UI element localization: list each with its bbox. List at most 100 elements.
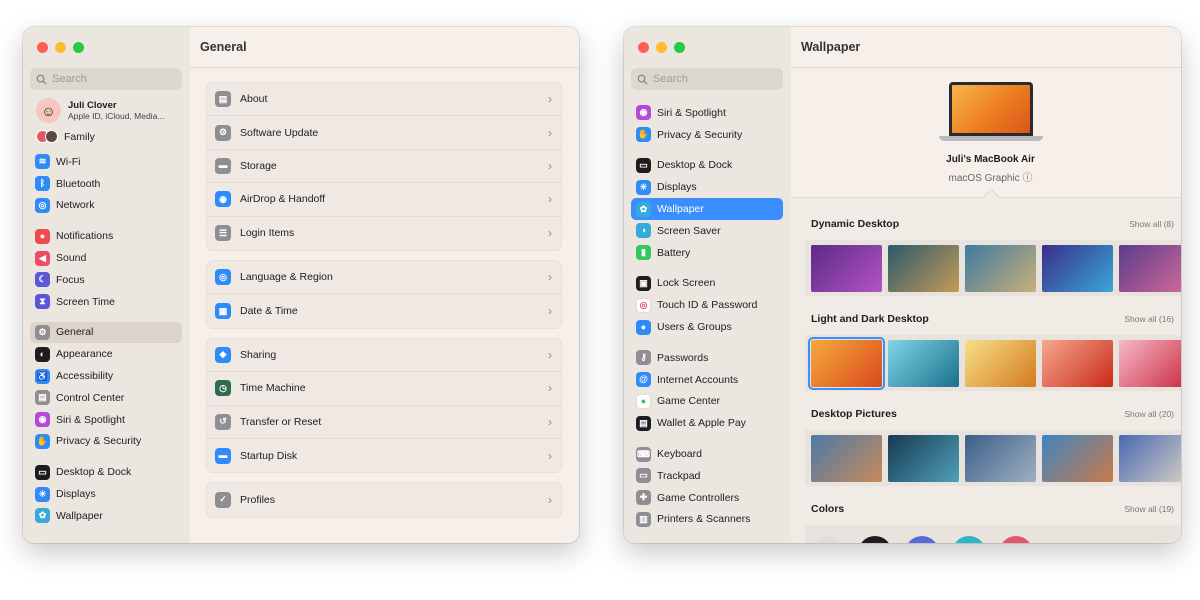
wallpaper-thumbnail[interactable] xyxy=(965,245,1036,292)
sidebar-item-wallpaper[interactable]: ✿ Wallpaper xyxy=(30,505,182,527)
wallpaper-thumbnail[interactable] xyxy=(1042,245,1113,292)
sidebar-item-sound[interactable]: ◀ Sound xyxy=(30,247,182,269)
settings-row-label: Login Items xyxy=(240,227,295,240)
page-title: Wallpaper xyxy=(791,27,1181,68)
settings-row-time-machine[interactable]: ◷ Time Machine › xyxy=(207,372,561,406)
wallpaper-thumbnail[interactable] xyxy=(1042,435,1113,482)
settings-row-software-update[interactable]: ⚙ Software Update › xyxy=(207,116,561,150)
sidebar-item-desktop-and-dock[interactable]: ▭ Desktop & Dock xyxy=(631,155,783,177)
zoom-button[interactable] xyxy=(674,42,685,53)
sidebar-item-keyboard[interactable]: ⌨ Keyboard xyxy=(631,443,783,465)
sidebar-item-focus[interactable]: ☾ Focus xyxy=(30,269,182,291)
settings-row-sharing[interactable]: ◆ Sharing › xyxy=(207,339,561,373)
sidebar-item-battery[interactable]: ▮ Battery xyxy=(631,242,783,264)
show-all-button[interactable]: Show all (20) xyxy=(1124,409,1174,419)
sidebar-item-wallet-and-apple-pay[interactable]: ▤ Wallet & Apple Pay xyxy=(631,412,783,434)
sidebar-item-game-center[interactable]: ● Game Center xyxy=(631,391,783,413)
wallpaper-thumbnail[interactable] xyxy=(952,536,986,543)
wallpaper-thumbnail[interactable] xyxy=(888,340,959,387)
wallpaper-thumbnail[interactable] xyxy=(999,536,1033,543)
sidebar-item-privacy-and-security[interactable]: ✋ Privacy & Security xyxy=(30,431,182,453)
settings-row-date-and-time[interactable]: ▦ Date & Time › xyxy=(207,294,561,327)
wallpaper-thumbnail[interactable] xyxy=(811,536,845,543)
sidebar-item-users-and-groups[interactable]: ● Users & Groups xyxy=(631,316,783,338)
sidebar-item-control-center[interactable]: ▤ Control Center xyxy=(30,387,182,409)
sidebar-item-desktop-and-dock[interactable]: ▭ Desktop & Dock xyxy=(30,461,182,483)
wallpaper-thumbnail[interactable] xyxy=(905,536,939,543)
sidebar-item-siri-and-spotlight[interactable]: ◉ Siri & Spotlight xyxy=(30,409,182,431)
main-pane: Wallpaper Juli's MacBook Air macOS Graph… xyxy=(791,27,1181,543)
reset-icon: ↺ xyxy=(215,413,231,430)
wallpaper-thumbnail[interactable] xyxy=(808,337,885,390)
family-item[interactable]: Family xyxy=(23,127,190,151)
settings-row-label: Startup Disk xyxy=(240,449,298,462)
wallpaper-thumbnail[interactable] xyxy=(965,435,1036,482)
appearance-icon: ◐ xyxy=(35,346,50,362)
sidebar-item-printers-and-scanners[interactable]: ▥ Printers & Scanners xyxy=(631,509,783,531)
minimize-button[interactable] xyxy=(55,42,66,53)
chevron-right-icon: › xyxy=(548,414,552,429)
sidebar-group: ▭ Desktop & Dock ☀ Displays ✿ Wallpaper xyxy=(23,461,190,526)
wallpaper-thumbnail[interactable] xyxy=(811,245,882,292)
wallpaper-thumbnail[interactable] xyxy=(888,245,959,292)
bluetooth-icon: ᛒ xyxy=(35,176,50,192)
settings-row-airdrop-and-handoff[interactable]: ◉ AirDrop & Handoff › xyxy=(207,183,561,217)
device-wallpaper-name: macOS Graphic ⓘ xyxy=(948,173,1033,184)
sidebar-item-displays[interactable]: ☀ Displays xyxy=(30,483,182,505)
game-center-icon: ● xyxy=(636,393,651,409)
sidebar-item-appearance[interactable]: ◐ Appearance xyxy=(30,343,182,365)
sidebar-item-privacy-and-security[interactable]: ✋ Privacy & Security xyxy=(631,124,783,146)
wallpaper-thumbnail[interactable] xyxy=(858,536,892,543)
sidebar-group: ⌨ Keyboard ▭ Trackpad ✚ Game Controllers ▥ Prin… xyxy=(624,443,791,530)
sidebar-item-wallpaper[interactable]: ✿ Wallpaper xyxy=(631,198,783,220)
show-all-button[interactable]: Show all (8) xyxy=(1129,219,1174,229)
wallpaper-thumbnail[interactable] xyxy=(811,435,882,482)
sidebar-item-bluetooth[interactable]: ᛒ Bluetooth xyxy=(30,173,182,195)
zoom-button[interactable] xyxy=(73,42,84,53)
settings-row-storage[interactable]: ▬ Storage › xyxy=(207,150,561,184)
wallpaper-thumbnail[interactable] xyxy=(1042,340,1113,387)
sidebar-item-internet-accounts[interactable]: @ Internet Accounts xyxy=(631,369,783,391)
close-button[interactable] xyxy=(638,42,649,53)
airdrop-icon: ◉ xyxy=(215,191,231,208)
bell-icon: ● xyxy=(35,228,50,244)
settings-row-about[interactable]: ▤ About › xyxy=(207,83,561,117)
sidebar-item-general[interactable]: ⚙ General xyxy=(30,321,182,344)
search-field[interactable]: Search xyxy=(631,68,783,90)
sidebar-item-trackpad[interactable]: ▭ Trackpad xyxy=(631,465,783,487)
sidebar-item-passwords[interactable]: ⚷ Passwords xyxy=(631,347,783,369)
wallpaper-thumbnail[interactable] xyxy=(965,340,1036,387)
sidebar-item-siri-and-spotlight[interactable]: ◉ Siri & Spotlight xyxy=(631,102,783,124)
settings-row-profiles[interactable]: ✓ Profiles › xyxy=(207,483,561,516)
wallpaper-thumbnail[interactable] xyxy=(888,435,959,482)
sidebar-item-screen-time[interactable]: ⧗ Screen Time xyxy=(30,291,182,313)
sidebar-item-accessibility[interactable]: ♿ Accessibility xyxy=(30,365,182,387)
wallpaper-thumbnail[interactable] xyxy=(1119,340,1181,387)
sidebar-item-touch-id-and-password[interactable]: ◎ Touch ID & Password xyxy=(631,294,783,316)
settings-row-startup-disk[interactable]: ▬ Startup Disk › xyxy=(207,439,561,472)
minimize-button[interactable] xyxy=(656,42,667,53)
wallpaper-thumbnail[interactable] xyxy=(1119,245,1181,292)
search-field[interactable]: Search xyxy=(30,68,182,90)
sidebar-item-notifications[interactable]: ● Notifications xyxy=(30,225,182,247)
sidebar-item-label: Trackpad xyxy=(657,469,701,482)
chevron-right-icon: › xyxy=(548,448,552,463)
sidebar-item-lock-screen[interactable]: ▣ Lock Screen xyxy=(631,273,783,295)
show-all-button[interactable]: Show all (16) xyxy=(1124,314,1174,324)
settings-row-language-and-region[interactable]: ◎ Language & Region › xyxy=(207,261,561,295)
sidebar-item-game-controllers[interactable]: ✚ Game Controllers xyxy=(631,487,783,509)
settings-row-login-items[interactable]: ☰ Login Items › xyxy=(207,217,561,250)
sidebar-item-label: Touch ID & Password xyxy=(657,299,758,312)
show-all-button[interactable]: Show all (19) xyxy=(1124,504,1174,514)
search-icon xyxy=(637,74,648,85)
chevron-right-icon: › xyxy=(548,158,552,173)
wallpaper-thumbnail[interactable] xyxy=(1119,435,1181,482)
close-button[interactable] xyxy=(37,42,48,53)
section-header: Dynamic Desktop Show all (8) xyxy=(811,198,1181,230)
settings-row-transfer-or-reset[interactable]: ↺ Transfer or Reset › xyxy=(207,406,561,439)
apple-id-account[interactable]: ☺ Juli Clover Apple ID, iCloud, Media... xyxy=(23,90,190,127)
sidebar-item-wi-fi[interactable]: ≋ Wi-Fi xyxy=(30,151,182,173)
sidebar-item-network[interactable]: ◎ Network xyxy=(30,195,182,217)
sidebar-item-displays[interactable]: ☀ Displays xyxy=(631,176,783,198)
sidebar-item-screen-saver[interactable]: ◑ Screen Saver xyxy=(631,220,783,242)
